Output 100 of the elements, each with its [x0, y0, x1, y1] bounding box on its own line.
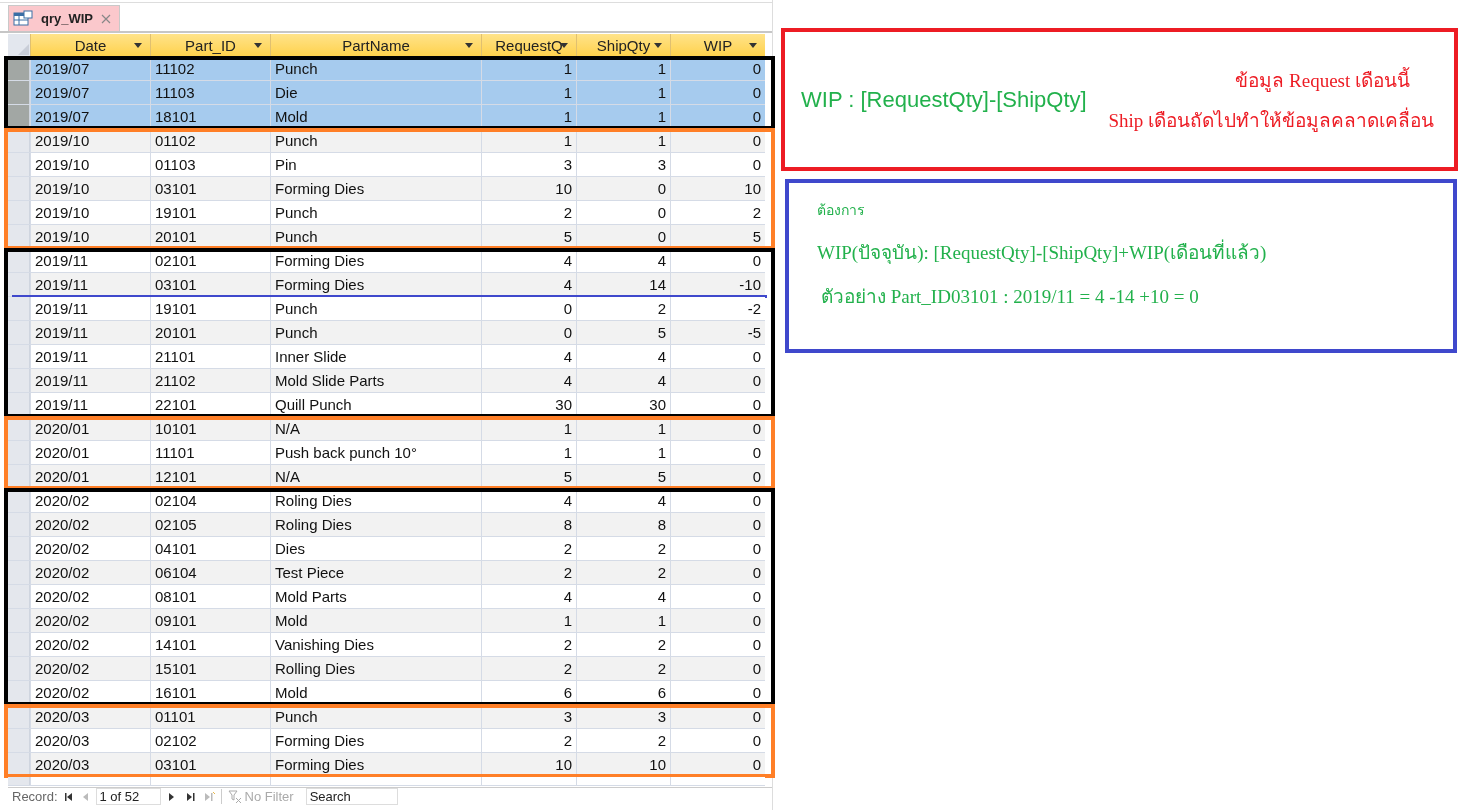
- date-cell: 2020/01: [30, 441, 150, 464]
- wip-cell: 0: [670, 609, 765, 632]
- part-name-cell: Roling Dies: [270, 513, 481, 536]
- row-selector[interactable]: [8, 105, 30, 128]
- last-record-icon[interactable]: [184, 791, 197, 802]
- part-name-cell: Mold Parts: [270, 585, 481, 608]
- date-cell: 2019/11: [30, 345, 150, 368]
- part-name-cell: Mold Slide Parts: [270, 369, 481, 392]
- date-cell: 2019/07: [30, 81, 150, 104]
- part-name-cell: Mold: [270, 609, 481, 632]
- part-name-cell: Dies: [270, 537, 481, 560]
- example-text: ตัวอย่าง Part_ID03101 : 2019/11 = 4 -14 +10 = 0: [821, 285, 1199, 309]
- wip-cell: 0: [670, 537, 765, 560]
- part-id-cell: 11101: [150, 441, 270, 464]
- part-id-cell: 19101: [150, 201, 270, 224]
- request-qty-cell: 1: [481, 129, 576, 152]
- part-id-cell: 09101: [150, 609, 270, 632]
- column-header[interactable]: Part_ID: [150, 34, 270, 56]
- part-name-cell: Mold: [270, 105, 481, 128]
- ship-qty-cell: 5: [576, 321, 670, 344]
- part-id-cell: 06104: [150, 561, 270, 584]
- part-id-cell: 01101: [150, 705, 270, 728]
- query-tab[interactable]: qry_WIP: [8, 5, 120, 31]
- part-name-cell: Punch: [270, 297, 481, 320]
- column-header[interactable]: Date: [30, 34, 150, 56]
- column-header[interactable]: RequestQ: [481, 34, 576, 56]
- wip-cell: 0: [670, 57, 765, 80]
- part-id-cell: 19101: [150, 297, 270, 320]
- date-cell: 2020/02: [30, 681, 150, 704]
- wip-cell: 0: [670, 657, 765, 680]
- wip-cell: 0: [670, 249, 765, 272]
- date-cell: 2019/07: [30, 105, 150, 128]
- part-id-cell: 03101: [150, 177, 270, 200]
- wip-cell: 0: [670, 105, 765, 128]
- date-cell: 2020/02: [30, 489, 150, 512]
- part-name-cell: Forming Dies: [270, 753, 481, 776]
- dropdown-arrow-icon[interactable]: [465, 43, 473, 48]
- ship-qty-cell: 30: [576, 393, 670, 416]
- ship-qty-cell: 0: [576, 177, 670, 200]
- request-qty-cell: 1: [481, 81, 576, 104]
- formula-text: WIP(ปัจจุบัน): [RequestQty]-[ShipQty]+WIP(เดือนที่แล้ว): [817, 237, 1267, 267]
- dropdown-arrow-icon[interactable]: [749, 43, 757, 48]
- select-all-corner-icon[interactable]: [16, 42, 30, 56]
- request-qty-cell: 2: [481, 657, 576, 680]
- dropdown-arrow-icon[interactable]: [560, 43, 568, 48]
- close-icon[interactable]: [101, 13, 111, 24]
- ship-qty-cell: 4: [576, 249, 670, 272]
- column-header[interactable]: PartName: [270, 34, 481, 56]
- date-cell: 2020/02: [30, 513, 150, 536]
- date-cell: 2020/01: [30, 417, 150, 440]
- wip-cell: 10: [670, 177, 765, 200]
- dropdown-arrow-icon[interactable]: [254, 43, 262, 48]
- wip-cell: 0: [670, 441, 765, 464]
- date-cell: 2019/11: [30, 393, 150, 416]
- date-cell: 2019/10: [30, 201, 150, 224]
- part-name-cell: Roling Dies: [270, 489, 481, 512]
- ship-qty-cell: 4: [576, 369, 670, 392]
- record-position-field[interactable]: 1 of 52: [95, 788, 161, 805]
- request-qty-cell: 4: [481, 345, 576, 368]
- date-cell: 2020/02: [30, 537, 150, 560]
- date-cell: 2020/02: [30, 561, 150, 584]
- wip-cell: 0: [670, 561, 765, 584]
- date-cell: 2019/11: [30, 297, 150, 320]
- part-id-cell: 14101: [150, 633, 270, 656]
- request-qty-cell: 8: [481, 513, 576, 536]
- record-label: Record:: [12, 789, 58, 804]
- dropdown-arrow-icon[interactable]: [654, 43, 662, 48]
- ship-qty-cell: 4: [576, 585, 670, 608]
- column-header[interactable]: WIP: [670, 34, 765, 56]
- request-qty-cell: 1: [481, 417, 576, 440]
- ship-qty-cell: 5: [576, 465, 670, 488]
- column-header[interactable]: ShipQty: [576, 34, 670, 56]
- search-field[interactable]: Search: [305, 788, 398, 805]
- ship-qty-cell: 2: [576, 561, 670, 584]
- request-qty-cell: 4: [481, 489, 576, 512]
- date-cell: 2019/10: [30, 177, 150, 200]
- date-cell: 2019/11: [30, 321, 150, 344]
- row-selector[interactable]: [8, 681, 30, 704]
- filter-off-icon: [227, 790, 242, 803]
- ship-qty-cell: 2: [576, 657, 670, 680]
- wip-cell: 0: [670, 465, 765, 488]
- part-name-cell: Inner Slide: [270, 345, 481, 368]
- request-qty-cell: 1: [481, 609, 576, 632]
- ship-qty-cell: 2: [576, 633, 670, 656]
- request-qty-cell: 0: [481, 297, 576, 320]
- ship-qty-cell: 1: [576, 57, 670, 80]
- request-qty-cell: 3: [481, 153, 576, 176]
- wip-cell: 0: [670, 753, 765, 776]
- row-selector[interactable]: [8, 393, 30, 416]
- part-name-cell: Punch: [270, 129, 481, 152]
- wip-cell: 0: [670, 513, 765, 536]
- request-qty-cell: 30: [481, 393, 576, 416]
- wip-cell: -5: [670, 321, 765, 344]
- date-cell: 2020/02: [30, 657, 150, 680]
- table-row[interactable]: [8, 777, 765, 786]
- request-qty-cell: 10: [481, 177, 576, 200]
- part-name-cell: Pin: [270, 153, 481, 176]
- first-record-icon[interactable]: [63, 791, 74, 802]
- dropdown-arrow-icon[interactable]: [134, 43, 142, 48]
- note-text: Ship เดือนถัดไปทำให้ข้อมูลคลาดเคลื่อน: [1108, 106, 1434, 134]
